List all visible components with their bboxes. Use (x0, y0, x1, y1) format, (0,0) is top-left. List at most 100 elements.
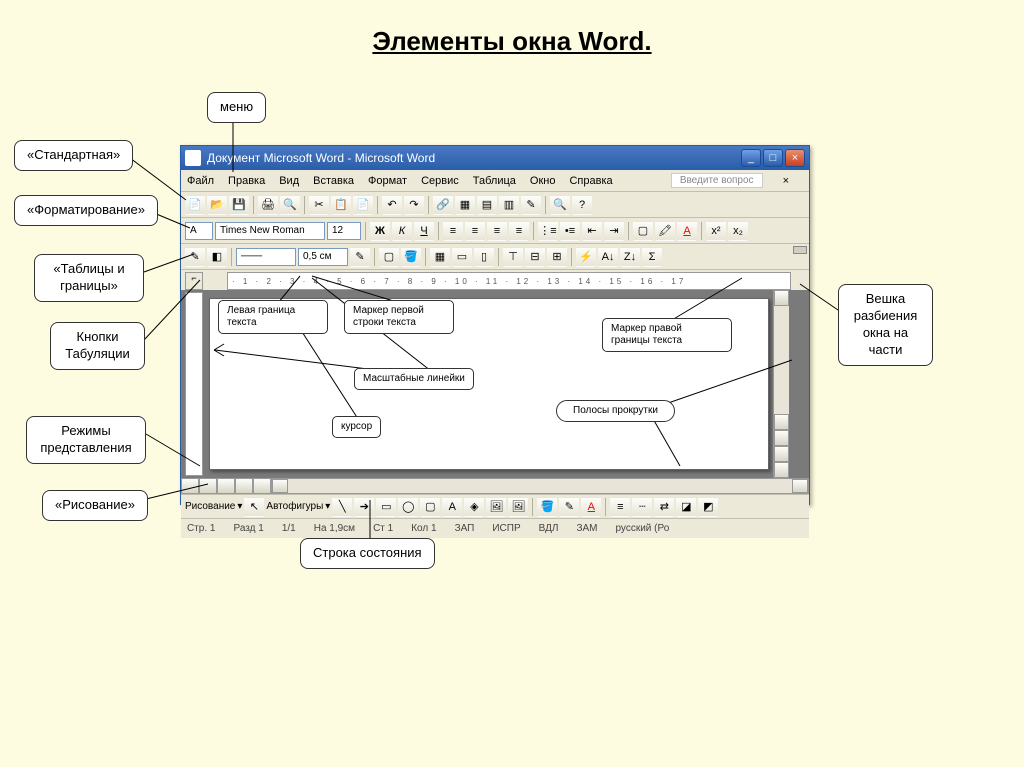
scroll-down-icon[interactable] (774, 414, 789, 430)
align-center-icon[interactable]: ≡ (465, 221, 485, 241)
tab-selector[interactable]: ⌐ (185, 272, 203, 290)
menu-table[interactable]: Таблица (473, 175, 516, 187)
prev-page-icon[interactable] (774, 430, 789, 446)
textbox-icon[interactable]: ▢ (420, 497, 440, 517)
drawing-icon[interactable]: ✎ (521, 195, 541, 215)
wordart-icon[interactable]: A (442, 497, 462, 517)
standard-toolbar[interactable]: 📄 📂 💾 🖨 🔍 ✂ 📋 📄 ↶ ↷ 🔗 ▦ ▤ ▥ ✎ 🔍 ? (181, 192, 809, 218)
subscript-icon[interactable]: x₂ (728, 221, 748, 241)
vertical-ruler[interactable] (185, 292, 203, 476)
horizontal-scrollbar[interactable] (271, 478, 809, 494)
autosum-icon[interactable]: Σ (642, 247, 662, 267)
scroll-up-icon[interactable] (774, 290, 789, 306)
browse-object-icon[interactable] (774, 446, 789, 462)
clipart-icon[interactable]: 🖼 (486, 497, 506, 517)
print-icon[interactable]: 🖨 (258, 195, 278, 215)
horizontal-ruler[interactable]: · 1 · 2 · 3 · 4 · 5 · 6 · 7 · 8 · 9 · 10… (227, 272, 791, 290)
menu-tools[interactable]: Сервис (421, 175, 459, 187)
indent-icon[interactable]: ⇥ (604, 221, 624, 241)
titlebar[interactable]: Документ Microsoft Word - Microsoft Word… (181, 146, 809, 170)
autoshapes-menu[interactable]: Автофигуры (266, 501, 323, 512)
close-button[interactable]: × (785, 149, 805, 167)
insert-table-icon[interactable]: ▦ (430, 247, 450, 267)
formatting-toolbar[interactable]: A Times New Roman 12 Ж К Ч ≡ ≡ ≡ ≡ ⋮≡ •≡… (181, 218, 809, 244)
columns-icon[interactable]: ▥ (499, 195, 519, 215)
fill-color-icon[interactable]: 🪣 (537, 497, 557, 517)
menu-insert[interactable]: Вставка (313, 175, 354, 187)
menu-view[interactable]: Вид (279, 175, 299, 187)
dash-icon[interactable]: ┄ (632, 497, 652, 517)
minimize-button[interactable]: _ (741, 149, 761, 167)
drawing-toolbar[interactable]: Рисование▾ ↖ Автофигуры▾ ╲ ➔ ▭ ◯ ▢ A ◈ 🖼… (181, 494, 809, 518)
zoom-icon[interactable]: 🔍 (550, 195, 570, 215)
align-top-icon[interactable]: ⊤ (503, 247, 523, 267)
link-icon[interactable]: 🔗 (433, 195, 453, 215)
border-icon[interactable]: ▢ (379, 247, 399, 267)
numbering-icon[interactable]: ⋮≡ (538, 221, 558, 241)
outdent-icon[interactable]: ⇤ (582, 221, 602, 241)
open-icon[interactable]: 📂 (207, 195, 227, 215)
draw-table-icon[interactable]: ✎ (185, 247, 205, 267)
web-view-icon[interactable] (199, 478, 217, 494)
arrow-icon[interactable]: ➔ (354, 497, 374, 517)
picture-icon[interactable]: 🖼 (508, 497, 528, 517)
indent-combo[interactable]: 0,5 см (298, 248, 348, 266)
table-icon[interactable]: ▦ (455, 195, 475, 215)
borders-icon[interactable]: ▢ (633, 221, 653, 241)
copy-icon[interactable]: 📋 (331, 195, 351, 215)
font-combo[interactable]: Times New Roman (215, 222, 325, 240)
tables-borders-toolbar[interactable]: ✎ ◧ ─── 0,5 см ✎ ▢ 🪣 ▦ ▭ ▯ ⊤ ⊟ ⊞ ⚡ A↓ Z↓… (181, 244, 809, 270)
oval-icon[interactable]: ◯ (398, 497, 418, 517)
menu-help[interactable]: Справка (569, 175, 612, 187)
menu-file[interactable]: Файл (187, 175, 214, 187)
excel-icon[interactable]: ▤ (477, 195, 497, 215)
maximize-button[interactable]: □ (763, 149, 783, 167)
eraser-icon[interactable]: ◧ (207, 247, 227, 267)
underline-icon[interactable]: Ч (414, 221, 434, 241)
line-weight-icon[interactable]: ≡ (610, 497, 630, 517)
vertical-scrollbar[interactable] (773, 290, 789, 478)
redo-icon[interactable]: ↷ (404, 195, 424, 215)
shadow-icon[interactable]: ◪ (676, 497, 696, 517)
line-icon[interactable]: ╲ (332, 497, 352, 517)
split-handle[interactable] (793, 246, 807, 254)
menu-format[interactable]: Формат (368, 175, 407, 187)
highlight-icon[interactable]: 🖍 (655, 221, 675, 241)
text-color-icon[interactable]: A (581, 497, 601, 517)
scroll-left-icon[interactable] (272, 479, 288, 493)
diagram-icon[interactable]: ◈ (464, 497, 484, 517)
drawing-menu[interactable]: Рисование (185, 501, 235, 512)
merge-icon[interactable]: ▭ (452, 247, 472, 267)
distribute-cols-icon[interactable]: ⊞ (547, 247, 567, 267)
normal-view-icon[interactable] (181, 478, 199, 494)
split-icon[interactable]: ▯ (474, 247, 494, 267)
sort-desc-icon[interactable]: Z↓ (620, 247, 640, 267)
font-color-icon[interactable]: A (677, 221, 697, 241)
line-color-icon[interactable]: ✎ (559, 497, 579, 517)
cut-icon[interactable]: ✂ (309, 195, 329, 215)
superscript-icon[interactable]: x² (706, 221, 726, 241)
size-combo[interactable]: 12 (327, 222, 361, 240)
pen-color-icon[interactable]: ✎ (350, 247, 370, 267)
preview-icon[interactable]: 🔍 (280, 195, 300, 215)
fill-icon[interactable]: 🪣 (401, 247, 421, 267)
paste-icon[interactable]: 📄 (353, 195, 373, 215)
ask-question-box[interactable]: Введите вопрос (671, 173, 763, 188)
reading-view-icon[interactable] (253, 478, 271, 494)
help-icon[interactable]: ? (572, 195, 592, 215)
menubar[interactable]: Файл Правка Вид Вставка Формат Сервис Та… (181, 170, 809, 192)
arrow-style-icon[interactable]: ⇄ (654, 497, 674, 517)
undo-icon[interactable]: ↶ (382, 195, 402, 215)
select-icon[interactable]: ↖ (244, 497, 264, 517)
view-mode-buttons[interactable] (181, 478, 271, 494)
scroll-right-icon[interactable] (792, 479, 808, 493)
bold-icon[interactable]: Ж (370, 221, 390, 241)
menu-window[interactable]: Окно (530, 175, 556, 187)
bullets-icon[interactable]: •≡ (560, 221, 580, 241)
italic-icon[interactable]: К (392, 221, 412, 241)
style-combo[interactable]: A (185, 222, 213, 240)
new-icon[interactable]: 📄 (185, 195, 205, 215)
distribute-rows-icon[interactable]: ⊟ (525, 247, 545, 267)
outline-view-icon[interactable] (235, 478, 253, 494)
print-view-icon[interactable] (217, 478, 235, 494)
